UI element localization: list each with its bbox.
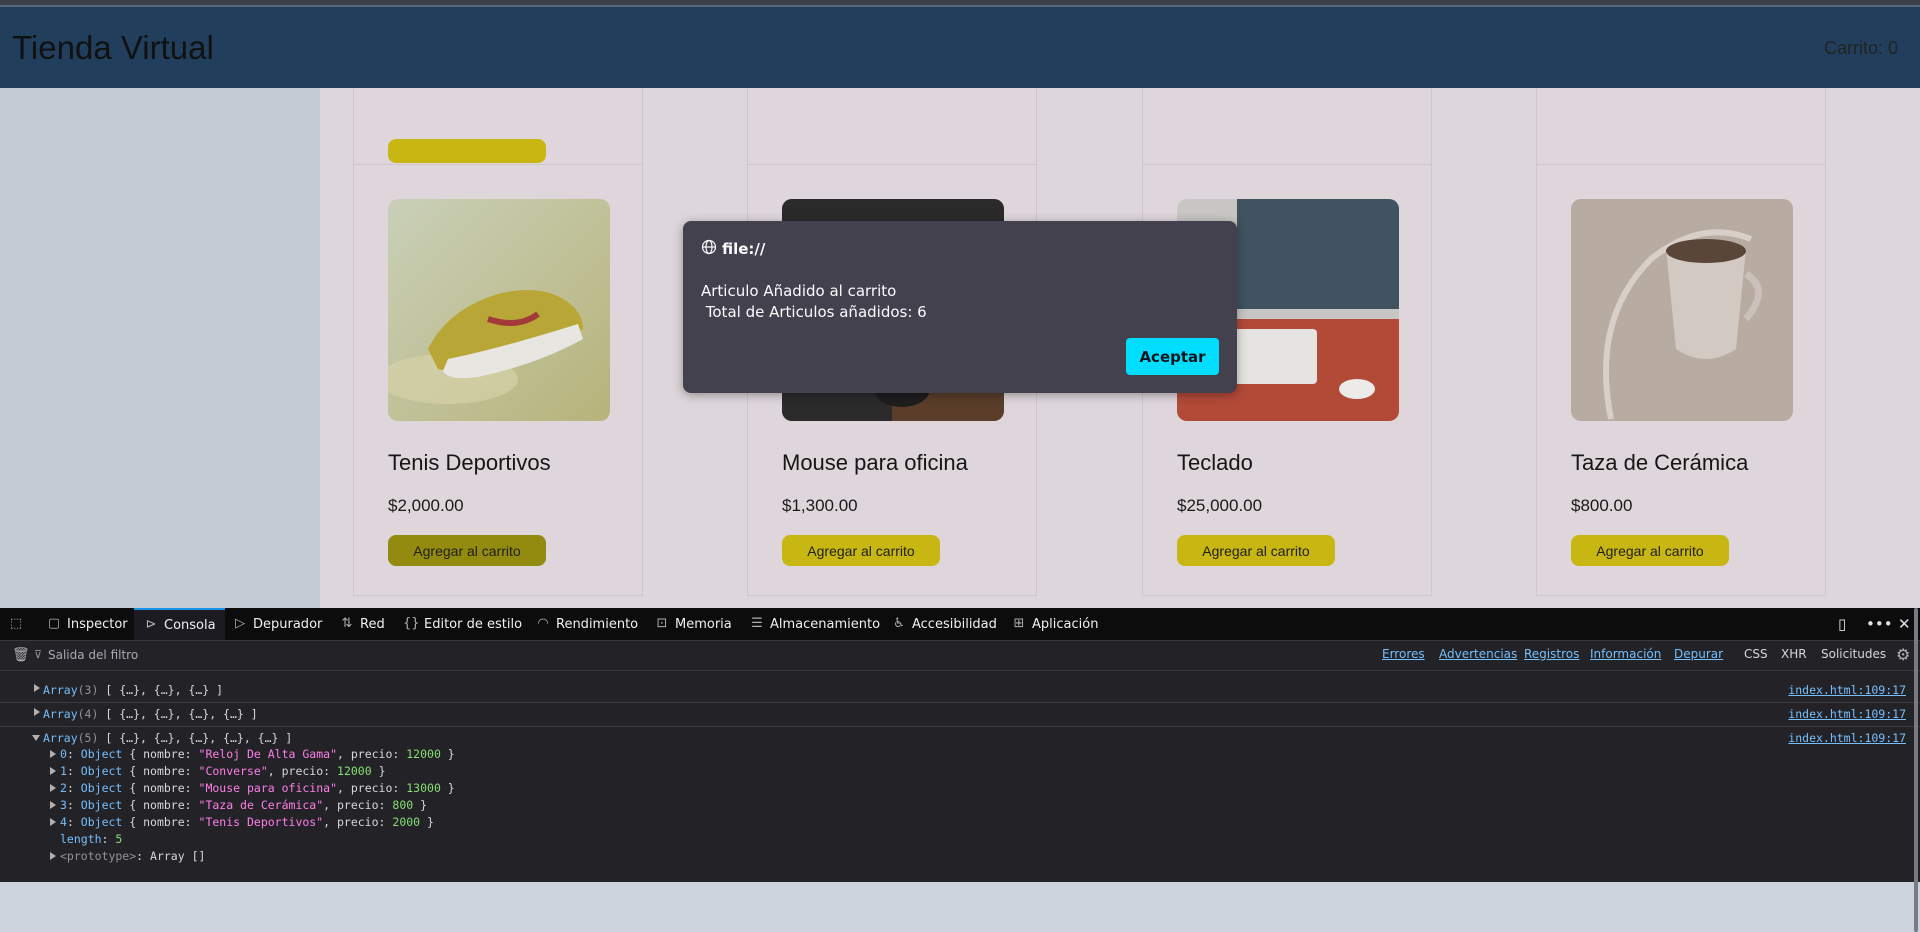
add-to-cart-button-partial[interactable] bbox=[388, 139, 546, 163]
responsive-mode-icon[interactable]: ▯ bbox=[1838, 608, 1846, 640]
console-filter-bar: 🗑 ⊽ Salida del filtro Errores Advertenci… bbox=[0, 641, 1920, 671]
dialog-message: Articulo Añadido al carrito Total de Art… bbox=[701, 282, 927, 321]
tab-console[interactable]: ⊳ Consola bbox=[134, 608, 225, 640]
product-card: Taza de Cerámica $800.00 Agregar al carr… bbox=[1536, 164, 1826, 596]
object-entry[interactable]: 2: Object { nombre: "Mouse para oficina"… bbox=[50, 781, 455, 795]
product-name: Tenis Deportivos bbox=[388, 450, 551, 475]
collapse-icon[interactable] bbox=[32, 735, 40, 741]
product-name: Teclado bbox=[1177, 450, 1253, 475]
chip-icon: ⊡ bbox=[656, 616, 668, 631]
product-card: Tenis Deportivos $2,000.00 Agregar al ca… bbox=[353, 164, 643, 596]
product-price: $25,000.00 bbox=[1177, 496, 1263, 515]
add-to-cart-button[interactable]: Agregar al carrito bbox=[1177, 535, 1335, 566]
inspector-icon: ▢ bbox=[47, 616, 61, 631]
debugger-icon: ▷ bbox=[235, 616, 245, 631]
tab-inspector[interactable]: ▢ Inspector bbox=[46, 608, 128, 640]
trash-icon[interactable]: 🗑 bbox=[12, 647, 30, 663]
product-name: Mouse para oficina bbox=[782, 450, 968, 475]
devtools-panel: ⬚ ▢ Inspector ⊳ Consola ▷ Depurador ⇅ Red {}… bbox=[0, 608, 1920, 932]
tab-memory[interactable]: ⊡ Memoria bbox=[654, 608, 732, 640]
object-entry[interactable]: 1: Object { nombre: "Converse", precio: … bbox=[50, 764, 386, 778]
tab-performance[interactable]: ◠ Rendimiento bbox=[535, 608, 638, 640]
storage-icon: ☰ bbox=[751, 616, 763, 631]
close-icon[interactable]: ✕ bbox=[1898, 608, 1911, 640]
expand-icon[interactable] bbox=[34, 708, 40, 716]
tab-debugger[interactable]: ▷ Depurador bbox=[232, 608, 322, 640]
gear-icon[interactable]: ⚙ bbox=[1896, 645, 1910, 664]
sidebar bbox=[0, 88, 320, 608]
console-row[interactable]: Array(3) [ {…}, {…}, {…} ] index.html:10… bbox=[0, 679, 1920, 703]
toggle-requests[interactable]: Solicitudes bbox=[1821, 647, 1886, 661]
product-price: $1,300.00 bbox=[782, 496, 858, 515]
braces-icon: {} bbox=[403, 616, 420, 631]
element-picker-icon[interactable]: ⬚ bbox=[8, 608, 24, 640]
accept-button[interactable]: Aceptar bbox=[1126, 338, 1219, 375]
add-to-cart-button[interactable]: Agregar al carrito bbox=[782, 535, 940, 566]
product-image-sneaker bbox=[388, 199, 610, 421]
tab-storage[interactable]: ☰ Almacenamiento bbox=[749, 608, 880, 640]
add-to-cart-button[interactable]: Agregar al carrito bbox=[1571, 535, 1729, 566]
gauge-icon: ◠ bbox=[537, 616, 549, 631]
object-entry[interactable]: 3: Object { nombre: "Taza de Cerámica", … bbox=[50, 798, 427, 812]
prototype-entry[interactable]: <prototype>: Array [] bbox=[50, 849, 205, 863]
console-icon: ⊳ bbox=[145, 617, 157, 632]
product-image-cup bbox=[1571, 199, 1793, 421]
console-scrollbar[interactable] bbox=[1914, 608, 1918, 932]
console-row-expanded[interactable]: Array(5) [ {…}, {…}, {…}, {…}, {…} ] ind… bbox=[0, 727, 1920, 867]
product-price: $800.00 bbox=[1571, 496, 1633, 515]
toggle-css[interactable]: CSS bbox=[1744, 647, 1768, 661]
expand-icon[interactable] bbox=[34, 684, 40, 692]
network-icon: ⇅ bbox=[341, 616, 353, 631]
toggle-xhr[interactable]: XHR bbox=[1781, 647, 1807, 661]
filter-input[interactable]: Salida del filtro bbox=[48, 648, 138, 662]
tab-application[interactable]: ⊞ Aplicación bbox=[1011, 608, 1099, 640]
site-brand[interactable]: Tienda Virtual bbox=[12, 29, 214, 67]
console-row[interactable]: Array(4) [ {…}, {…}, {…}, {…} ] index.ht… bbox=[0, 703, 1920, 727]
filter-warnings[interactable]: Advertencias bbox=[1439, 647, 1517, 661]
console-output: Array(3) [ {…}, {…}, {…} ] index.html:10… bbox=[0, 671, 1920, 882]
filter-logs[interactable]: Registros bbox=[1524, 647, 1579, 661]
source-link[interactable]: index.html:109:17 bbox=[1788, 707, 1906, 721]
tab-accessibility[interactable]: ♿ Accesibilidad bbox=[891, 608, 997, 640]
filter-icon: ⊽ bbox=[34, 648, 43, 661]
object-entry[interactable]: 0: Object { nombre: "Reloj De Alta Gama"… bbox=[50, 747, 455, 761]
source-link[interactable]: index.html:109:17 bbox=[1788, 683, 1906, 697]
tab-network[interactable]: ⇅ Red bbox=[339, 608, 385, 640]
length-entry: length: 5 bbox=[60, 832, 123, 846]
source-link[interactable]: index.html:109:17 bbox=[1788, 731, 1906, 745]
dialog-origin: file:// bbox=[722, 240, 766, 258]
globe-icon bbox=[701, 239, 717, 259]
alert-dialog: file:// Articulo Añadido al carrito Tota… bbox=[683, 221, 1237, 393]
object-entry[interactable]: 4: Object { nombre: "Tenis Deportivos", … bbox=[50, 815, 434, 829]
accessibility-icon: ♿ bbox=[893, 616, 905, 631]
more-options-icon[interactable]: ••• bbox=[1866, 608, 1893, 640]
filter-debug[interactable]: Depurar bbox=[1674, 647, 1723, 661]
filter-errors[interactable]: Errores bbox=[1382, 647, 1425, 661]
add-to-cart-button[interactable]: Agregar al carrito bbox=[388, 535, 546, 566]
dialog-title: file:// bbox=[701, 239, 765, 259]
grid-icon: ⊞ bbox=[1013, 616, 1025, 631]
filter-info[interactable]: Información bbox=[1590, 647, 1661, 661]
site-header: Tienda Virtual Carrito: 0 bbox=[0, 5, 1920, 88]
cart-counter[interactable]: Carrito: 0 bbox=[1824, 38, 1898, 59]
tab-style-editor[interactable]: {} Editor de estilo bbox=[403, 608, 522, 640]
product-name: Taza de Cerámica bbox=[1571, 450, 1749, 475]
product-price: $2,000.00 bbox=[388, 496, 464, 515]
devtools-tabbar: ⬚ ▢ Inspector ⊳ Consola ▷ Depurador ⇅ Red {}… bbox=[0, 608, 1920, 641]
